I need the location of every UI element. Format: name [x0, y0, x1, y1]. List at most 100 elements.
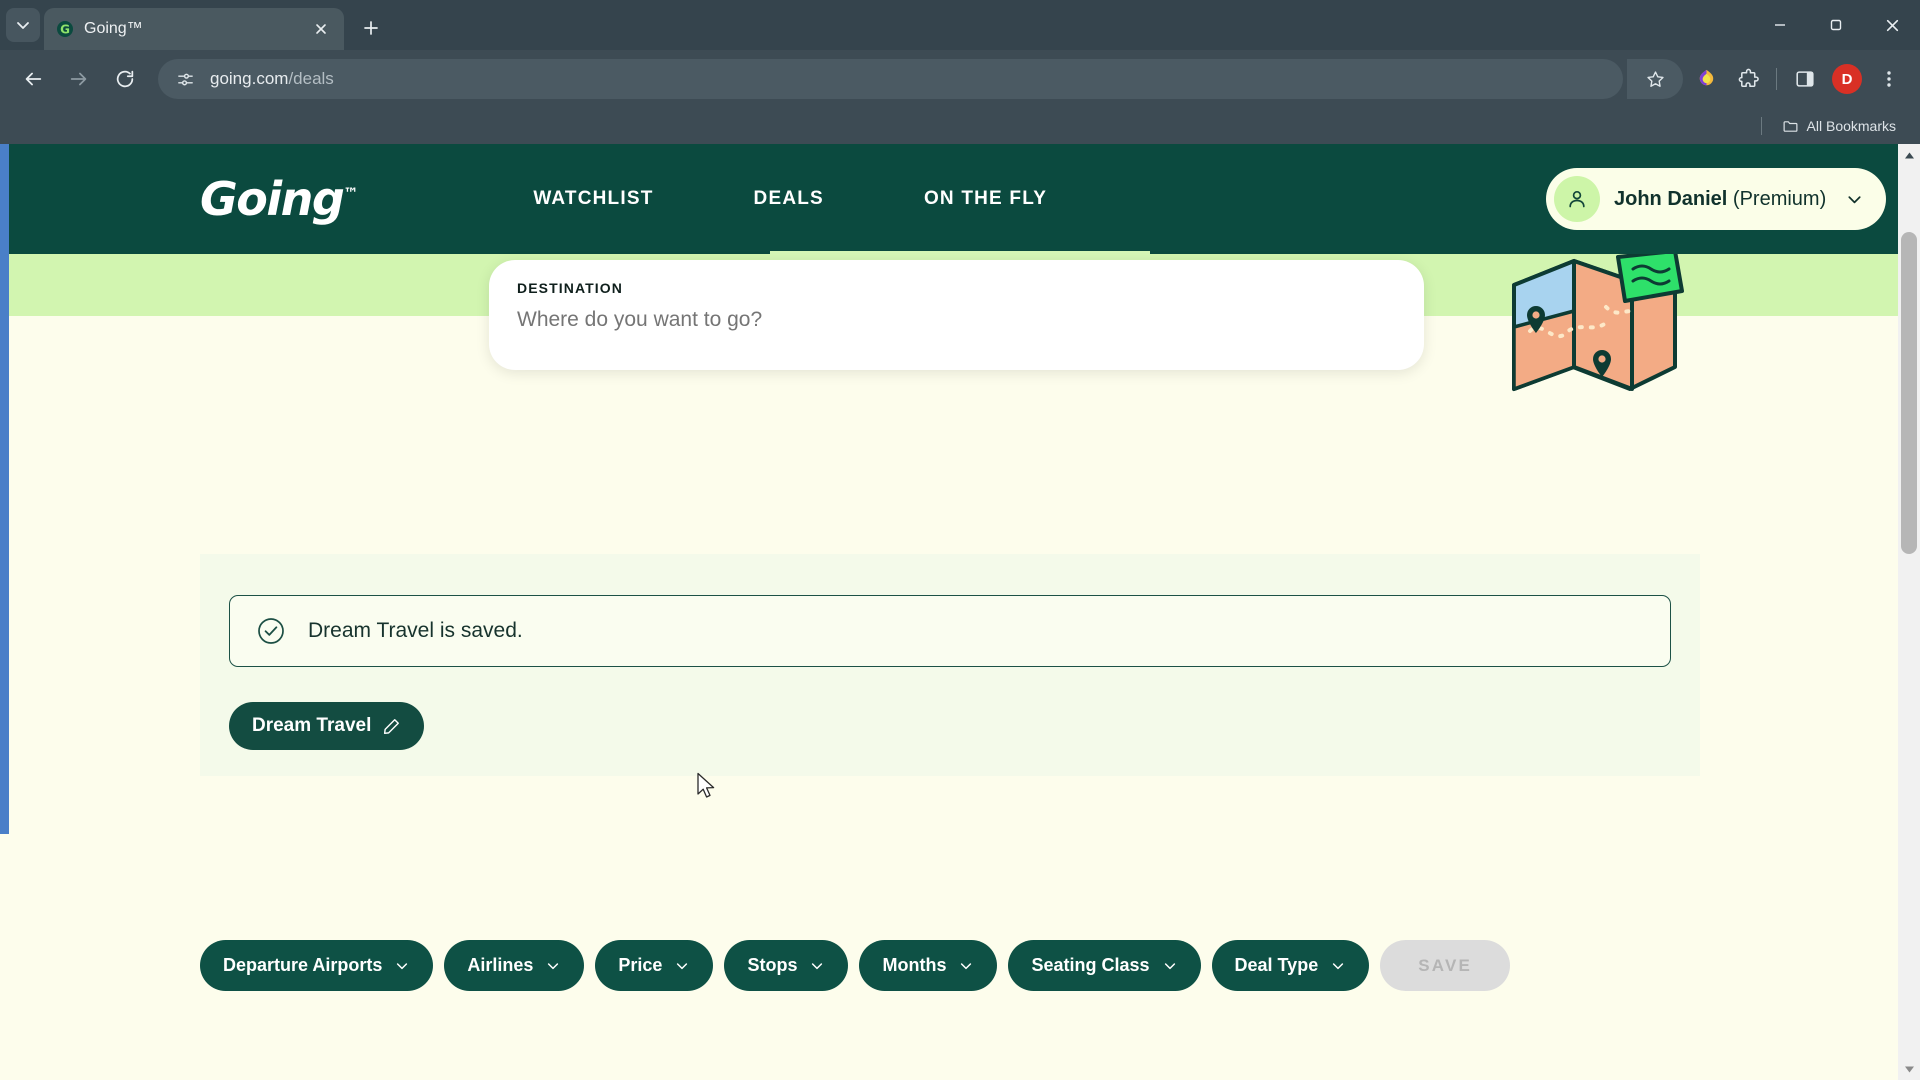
site-settings-icon[interactable] — [172, 66, 198, 92]
all-bookmarks-label: All Bookmarks — [1806, 118, 1896, 134]
logo-trademark: ™ — [343, 184, 359, 203]
browser-menu-button[interactable] — [1870, 60, 1908, 98]
bookmark-star-button[interactable] — [1627, 59, 1683, 99]
chevron-down-icon — [1330, 958, 1346, 974]
url-text: going.com/deals — [210, 69, 334, 89]
scroll-down-button[interactable] — [1898, 1058, 1920, 1080]
plus-icon — [364, 21, 378, 35]
tab-strip: G Going™ — [0, 0, 1920, 50]
saved-alert-message: Dream Travel is saved. — [308, 619, 523, 642]
window-close-button[interactable] — [1864, 0, 1920, 50]
nav-watchlist[interactable]: WATCHLIST — [533, 188, 653, 210]
maximize-button[interactable] — [1808, 0, 1864, 50]
filter-months[interactable]: Months — [859, 940, 998, 991]
tab-title: Going™ — [84, 20, 143, 37]
chevron-down-icon — [1904, 1066, 1914, 1072]
browser-toolbar: going.com/deals D — [0, 50, 1920, 108]
filter-seating-class[interactable]: Seating Class — [1008, 940, 1201, 991]
svg-text:G: G — [60, 23, 70, 37]
filter-stops[interactable]: Stops — [724, 940, 849, 991]
avatar: D — [1832, 64, 1862, 94]
extension-colored-icon — [1699, 69, 1713, 85]
bookmarks-bar: All Bookmarks — [0, 108, 1920, 144]
minimize-icon — [1775, 24, 1785, 26]
pencil-edit-icon[interactable] — [382, 717, 401, 736]
window-controls — [1752, 0, 1920, 50]
site-nav: WATCHLIST DEALS ON THE FLY — [533, 188, 1047, 210]
bookmark-star-icon — [1646, 70, 1664, 87]
close-icon[interactable] — [310, 18, 332, 40]
nav-on-the-fly[interactable]: ON THE FLY — [924, 188, 1047, 210]
logo-text: Going — [200, 172, 345, 226]
extensions-puzzle-icon — [1738, 68, 1759, 87]
page-scrollbar[interactable] — [1898, 144, 1920, 1080]
side-panel-icon — [1796, 71, 1814, 87]
browser-tab[interactable]: G Going™ — [44, 8, 344, 50]
page-viewport: Going™ WATCHLIST DEALS ON THE FLY John D… — [0, 144, 1920, 1080]
saved-confirmation-alert: Dream Travel is saved. — [229, 595, 1671, 667]
user-menu-button[interactable]: John Daniel (Premium) — [1546, 168, 1886, 230]
forward-button[interactable] — [58, 58, 100, 100]
chevron-down-icon — [1845, 190, 1864, 209]
extensions-puzzle-button[interactable] — [1729, 60, 1767, 98]
destination-label: DESTINATION — [517, 280, 623, 296]
chip-label: Deal Type — [1234, 955, 1319, 975]
chevron-down-icon — [958, 958, 974, 974]
person-icon — [1554, 176, 1600, 222]
filter-price[interactable]: Price — [595, 940, 714, 991]
back-button[interactable] — [12, 58, 54, 100]
destination-search-card: DESTINATION — [489, 260, 1424, 370]
profile-avatar-button[interactable]: D — [1828, 60, 1866, 98]
destination-input[interactable] — [517, 308, 1396, 332]
user-name-label: John Daniel (Premium) — [1614, 188, 1826, 211]
nav-deals[interactable]: DEALS — [754, 188, 824, 210]
saved-filter-button[interactable]: Dream Travel — [229, 702, 425, 750]
side-panel-button[interactable] — [1786, 60, 1824, 98]
scroll-up-button[interactable] — [1898, 144, 1920, 166]
back-arrow-icon — [25, 72, 42, 86]
reload-button[interactable] — [104, 58, 146, 100]
extension-colored-button[interactable] — [1687, 60, 1725, 98]
filter-chips-row: Departure Airports Airlines Price Stops … — [200, 940, 1511, 991]
chip-label: Price — [618, 955, 663, 975]
url-path: /deals — [288, 69, 334, 88]
filter-departure-airports[interactable]: Departure Airports — [200, 940, 434, 991]
chip-label: Seating Class — [1031, 955, 1150, 975]
chip-label: Months — [882, 955, 947, 975]
toolbar-divider — [1776, 68, 1777, 90]
reload-icon — [116, 70, 134, 88]
chevron-up-icon — [1904, 152, 1914, 158]
user-full-name: John Daniel — [1614, 187, 1728, 210]
save-filter-button: SAVE — [1380, 940, 1511, 991]
chevron-down-icon — [545, 958, 561, 974]
going-favicon: G — [56, 20, 74, 38]
chip-label: Departure Airports — [223, 955, 383, 975]
chip-label: Airlines — [467, 955, 534, 975]
mouse-cursor — [697, 772, 715, 798]
maximize-icon — [1830, 19, 1842, 31]
chip-label: Stops — [747, 955, 798, 975]
user-tier: (Premium) — [1727, 187, 1827, 210]
forward-arrow-icon — [70, 72, 87, 86]
window-close-icon — [1886, 19, 1898, 31]
tab-search-button[interactable] — [6, 8, 40, 42]
chevron-down-icon — [674, 958, 690, 974]
going-logo[interactable]: Going™ — [200, 172, 358, 226]
scrollbar-thumb[interactable] — [1901, 232, 1917, 554]
filter-airlines[interactable]: Airlines — [444, 940, 585, 991]
new-tab-button[interactable] — [352, 9, 390, 47]
chevron-down-icon — [1162, 958, 1178, 974]
chevron-down-icon — [17, 22, 29, 29]
check-circle-icon — [257, 617, 285, 645]
folder-icon — [1783, 120, 1798, 132]
address-bar[interactable]: going.com/deals — [158, 59, 1623, 99]
url-domain: going.com — [210, 69, 289, 88]
save-button-label: SAVE — [1418, 955, 1473, 975]
site-header: Going™ WATCHLIST DEALS ON THE FLY John D… — [0, 144, 1920, 254]
minimize-button[interactable] — [1752, 0, 1808, 50]
focus-outline-strip — [0, 144, 9, 834]
all-bookmarks-button[interactable]: All Bookmarks — [1776, 114, 1902, 139]
filter-deal-type[interactable]: Deal Type — [1211, 940, 1370, 991]
browser-window: G Going™ going.com/deals D All Bookmarks… — [0, 0, 1920, 1080]
bookmarks-divider — [1760, 117, 1762, 135]
